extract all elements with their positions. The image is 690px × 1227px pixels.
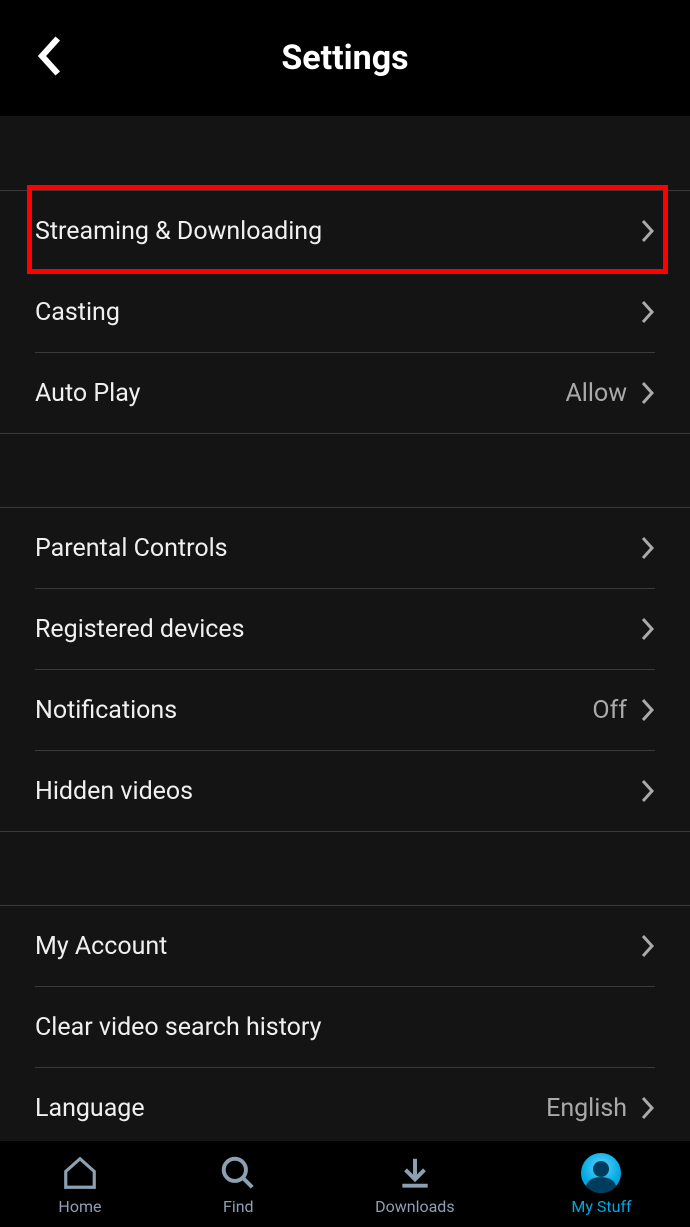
row-right	[641, 219, 655, 243]
chevron-right-icon	[641, 536, 655, 560]
row-language[interactable]: Language English	[0, 1068, 690, 1141]
home-icon	[60, 1153, 100, 1193]
row-value: English	[546, 1094, 627, 1123]
nav-home[interactable]: Home	[58, 1153, 101, 1216]
chevron-right-icon	[641, 381, 655, 405]
row-right	[641, 300, 655, 324]
chevron-right-icon	[641, 1096, 655, 1120]
row-value: Allow	[565, 379, 627, 408]
chevron-right-icon	[641, 934, 655, 958]
row-label: Notifications	[35, 696, 177, 725]
chevron-right-icon	[641, 779, 655, 803]
avatar-icon	[581, 1153, 621, 1193]
nav-my-stuff[interactable]: My Stuff	[571, 1153, 631, 1216]
back-button[interactable]	[35, 35, 63, 81]
row-right	[641, 934, 655, 958]
row-right: Off	[592, 696, 655, 725]
nav-label: Find	[223, 1197, 254, 1216]
row-label: Casting	[35, 298, 120, 327]
row-hidden-videos[interactable]: Hidden videos	[0, 751, 690, 831]
row-label: Registered devices	[35, 615, 245, 644]
bottom-nav: Home Find Downloads My Stuff	[0, 1141, 690, 1227]
row-right: Allow	[565, 379, 655, 408]
chevron-right-icon	[641, 300, 655, 324]
row-label: Auto Play	[35, 379, 140, 408]
section-gap	[0, 831, 690, 906]
nav-find[interactable]: Find	[218, 1153, 258, 1216]
section-gap	[0, 116, 690, 191]
nav-label: Downloads	[375, 1197, 454, 1216]
chevron-right-icon	[641, 617, 655, 641]
download-icon	[395, 1153, 435, 1193]
row-auto-play[interactable]: Auto Play Allow	[0, 353, 690, 433]
row-right	[641, 536, 655, 560]
row-label: Clear video search history	[35, 1013, 321, 1042]
row-label: Hidden videos	[35, 777, 193, 806]
row-right	[641, 779, 655, 803]
row-right: English	[546, 1094, 655, 1123]
nav-downloads[interactable]: Downloads	[375, 1153, 454, 1216]
page-title: Settings	[0, 38, 690, 78]
row-right	[641, 617, 655, 641]
row-streaming-downloading[interactable]: Streaming & Downloading	[0, 191, 690, 271]
row-label: Parental Controls	[35, 534, 228, 563]
header: Settings	[0, 0, 690, 116]
nav-label: My Stuff	[571, 1197, 631, 1216]
chevron-left-icon	[35, 35, 63, 77]
row-label: My Account	[35, 932, 167, 961]
row-casting[interactable]: Casting	[0, 272, 690, 352]
row-label: Streaming & Downloading	[35, 217, 322, 246]
row-parental-controls[interactable]: Parental Controls	[0, 508, 690, 588]
settings-content: Streaming & Downloading Casting Auto Pla…	[0, 116, 690, 1141]
nav-label: Home	[58, 1197, 101, 1216]
row-label: Language	[35, 1094, 145, 1123]
chevron-right-icon	[641, 219, 655, 243]
chevron-right-icon	[641, 698, 655, 722]
row-notifications[interactable]: Notifications Off	[0, 670, 690, 750]
search-icon	[218, 1153, 258, 1193]
section-gap	[0, 433, 690, 508]
row-clear-search-history[interactable]: Clear video search history	[0, 987, 690, 1067]
row-registered-devices[interactable]: Registered devices	[0, 589, 690, 669]
row-value: Off	[592, 696, 627, 725]
row-my-account[interactable]: My Account	[0, 906, 690, 986]
